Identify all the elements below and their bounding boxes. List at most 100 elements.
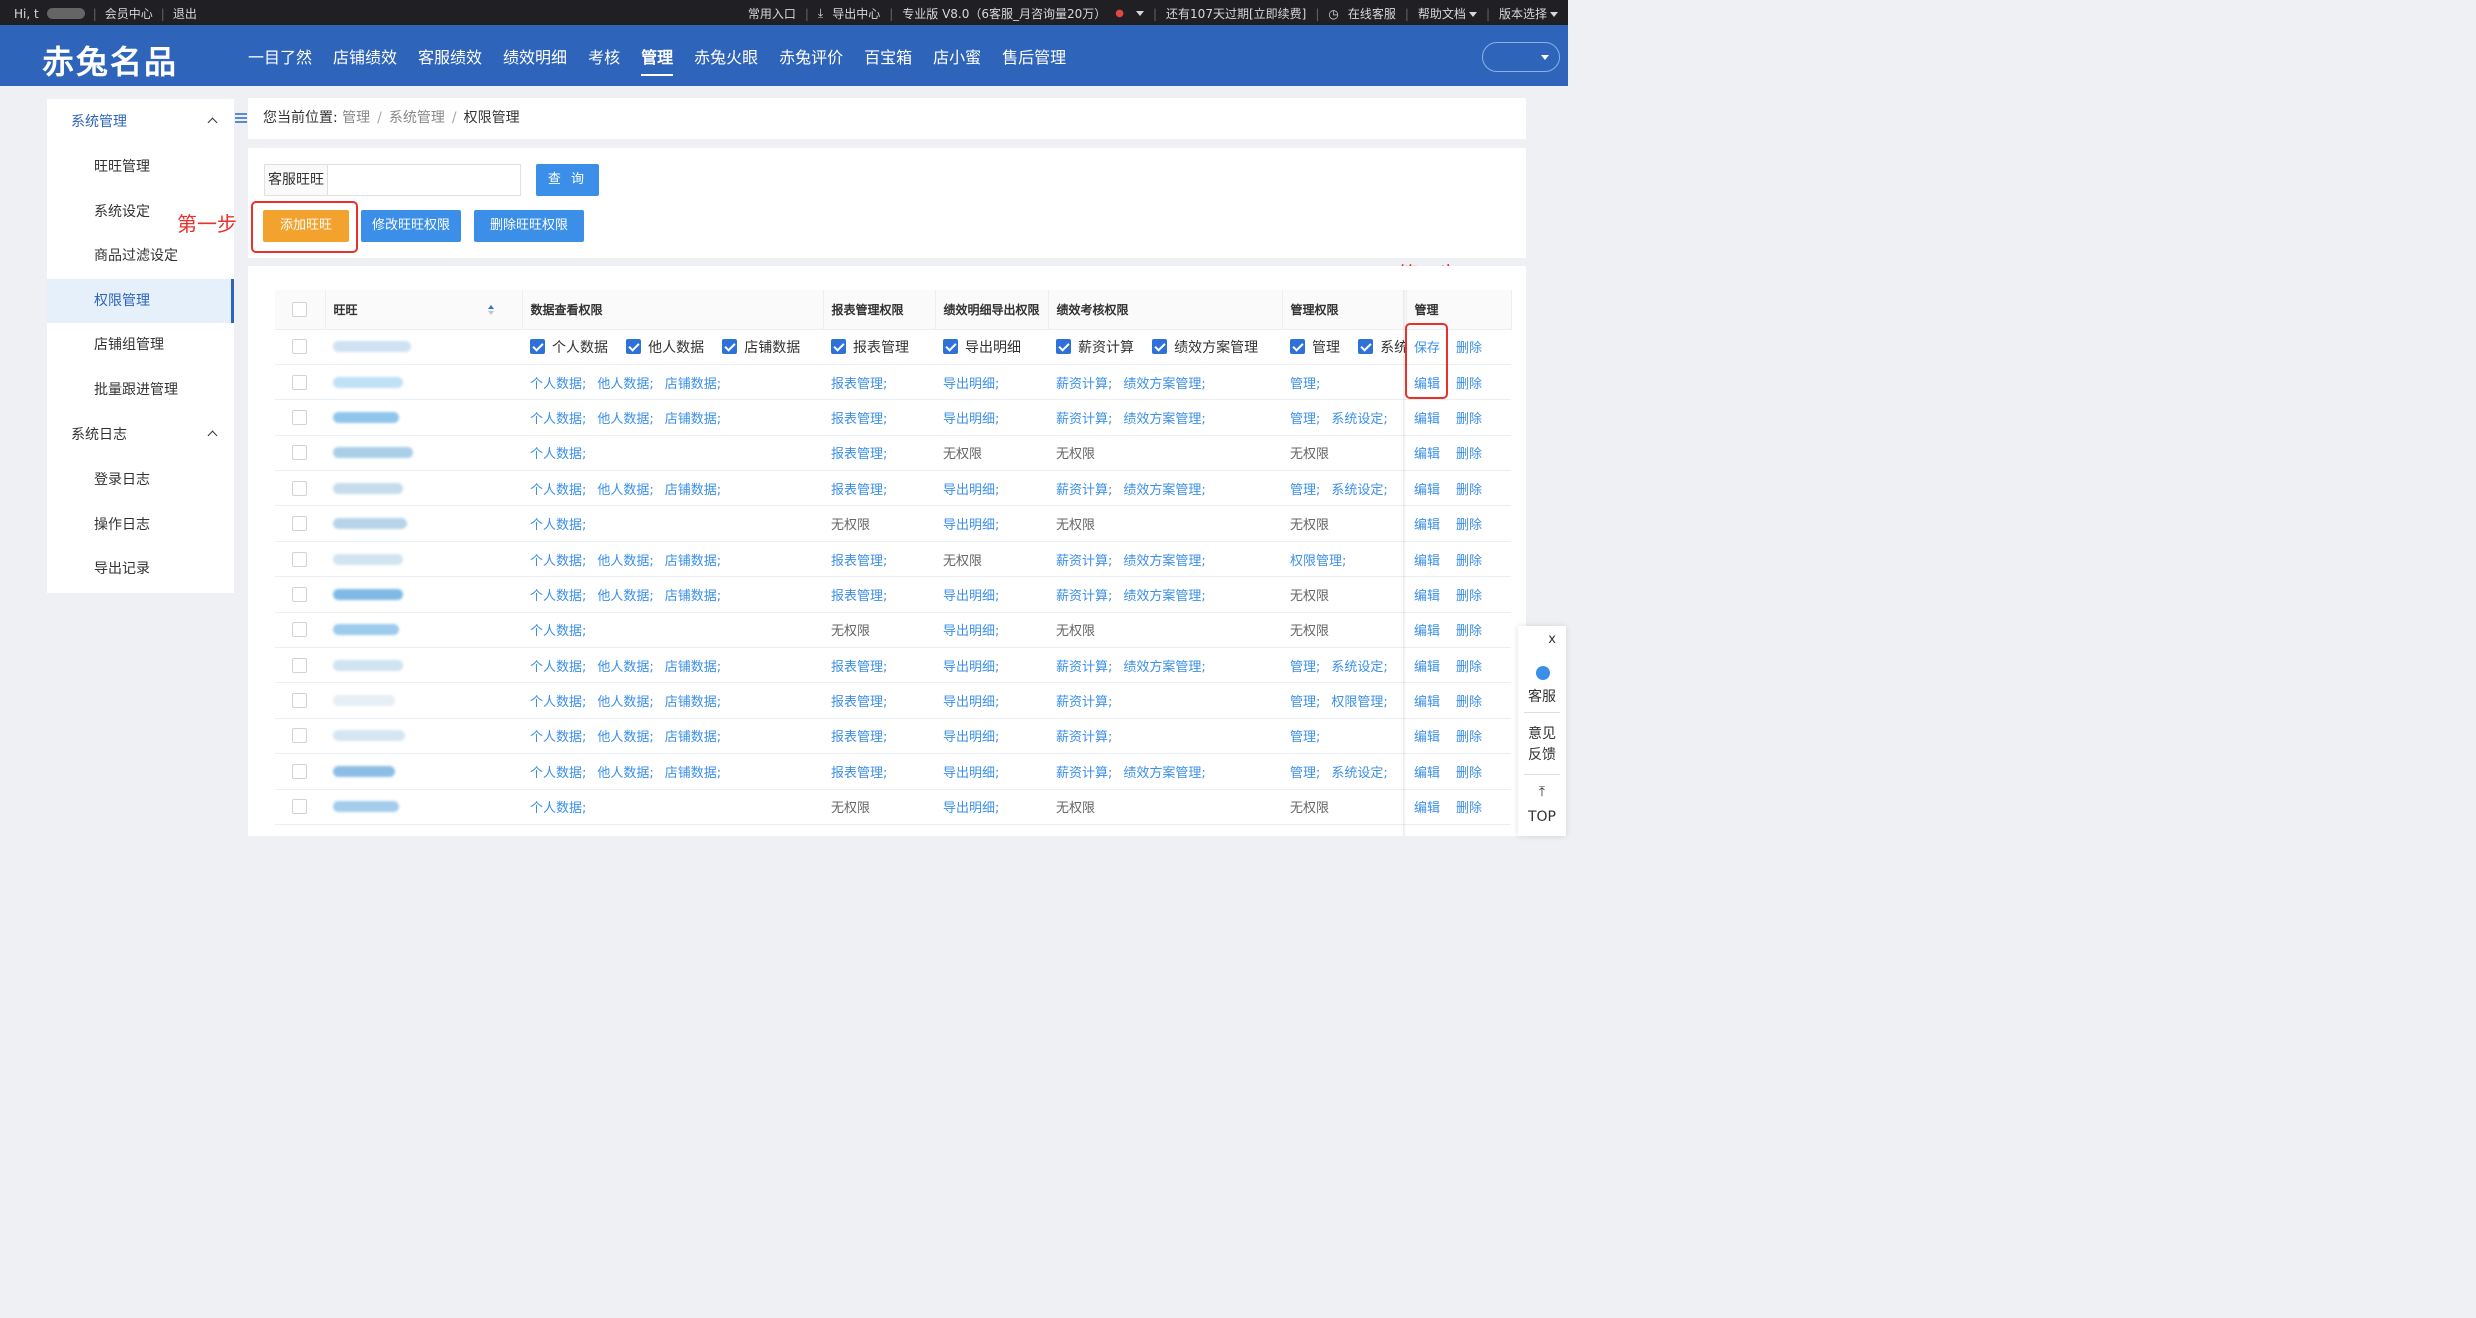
edit-row-button[interactable]: 编辑 [1414, 730, 1440, 745]
edit-row-button[interactable]: 编辑 [1414, 695, 1440, 710]
delete-row-button[interactable]: 删除 [1456, 624, 1482, 639]
permission-checkbox[interactable] [530, 339, 545, 355]
permission-tag: 管理; [1290, 659, 1321, 675]
row-checkbox[interactable] [292, 799, 307, 815]
permission-checkbox[interactable] [722, 339, 738, 355]
nav-item[interactable]: 百宝箱 [864, 44, 912, 76]
feedback-button[interactable]: 意见 反馈 [1518, 724, 1566, 766]
renew-link[interactable]: 还有107天过期[立即续费] [1166, 5, 1306, 22]
chevron-down-icon [1468, 12, 1477, 17]
close-icon[interactable]: x [1548, 632, 1556, 647]
query-button[interactable]: 查 询 [536, 164, 599, 196]
nav-item[interactable]: 绩效明细 [503, 44, 567, 76]
delete-row-button[interactable]: 删除 [1456, 412, 1482, 427]
nav-item[interactable]: 考核 [588, 44, 620, 76]
permission-checkbox[interactable] [1152, 339, 1168, 355]
delete-row-button[interactable]: 删除 [1456, 377, 1482, 392]
sidebar-item[interactable]: 操作日志 [47, 503, 234, 548]
row-checkbox[interactable] [292, 657, 307, 673]
row-checkbox[interactable] [292, 622, 307, 638]
edit-row-button[interactable]: 编辑 [1414, 589, 1440, 604]
logout-link[interactable]: 退出 [173, 5, 197, 22]
delete-permission-button[interactable]: 删除旺旺权限 [474, 210, 584, 242]
row-checkbox[interactable] [292, 445, 307, 461]
edit-row-button[interactable]: 编辑 [1414, 483, 1440, 498]
row-checkbox[interactable] [292, 480, 307, 496]
row-checkbox[interactable] [292, 693, 307, 709]
edit-row-button[interactable]: 编辑 [1414, 554, 1440, 569]
sidebar-group-system-log[interactable]: 系统日志 [47, 412, 234, 458]
delete-row-button[interactable]: 删除 [1456, 766, 1482, 781]
delete-row-button[interactable]: 删除 [1456, 695, 1482, 710]
edit-row-button[interactable]: 编辑 [1414, 801, 1440, 816]
permission-tag: 导出明细; [943, 801, 1000, 817]
wangwang-search-input[interactable] [328, 165, 520, 195]
row-checkbox[interactable] [292, 763, 307, 779]
permission-checkbox[interactable] [1358, 339, 1374, 355]
sidebar-item[interactable]: 导出记录 [47, 547, 234, 592]
row-checkbox[interactable] [292, 516, 307, 532]
delete-row-button[interactable]: 删除 [1456, 518, 1482, 533]
sidebar-item[interactable]: 店铺组管理 [47, 323, 234, 368]
version-select-menu[interactable]: 版本选择 [1499, 5, 1558, 22]
export-center-link[interactable]: 导出中心 [832, 5, 880, 22]
edit-row-button[interactable]: 编辑 [1414, 447, 1440, 462]
row-checkbox[interactable] [292, 374, 307, 390]
col-header-wangwang[interactable]: 旺旺 [325, 290, 523, 330]
permission-checkbox[interactable] [831, 339, 846, 355]
nav-item[interactable]: 售后管理 [1002, 44, 1066, 76]
sidebar-item-active[interactable]: 权限管理 [47, 278, 234, 323]
nav-item-active[interactable]: 管理 [641, 44, 674, 76]
sidebar-item[interactable]: 商品过滤设定 [47, 234, 234, 279]
edit-row-button[interactable]: 编辑 [1414, 766, 1440, 781]
delete-row-button[interactable]: 删除 [1456, 554, 1482, 569]
edit-row-button[interactable]: 编辑 [1414, 518, 1440, 533]
nav-item[interactable]: 店铺绩效 [333, 44, 397, 76]
brand-logo[interactable]: 赤兔名品 [42, 37, 178, 83]
permission-checkbox[interactable] [626, 339, 642, 355]
customer-service-button[interactable]: 客服 [1518, 686, 1566, 706]
sidebar-group-system-manage[interactable]: 系统管理 [47, 99, 234, 145]
row-checkbox[interactable] [292, 339, 307, 355]
row-checkbox[interactable] [292, 551, 307, 567]
nav-item[interactable]: 赤兔评价 [779, 44, 843, 76]
edition-dropdown-icon[interactable] [1136, 11, 1144, 16]
delete-row-button[interactable]: 删除 [1456, 589, 1482, 604]
breadcrumb-item[interactable]: 管理 [342, 110, 370, 126]
sidebar-item[interactable]: 旺旺管理 [47, 145, 234, 190]
breadcrumb-item[interactable]: 系统管理 [389, 110, 445, 126]
permission-checkbox[interactable] [1290, 339, 1305, 355]
permission-checkbox[interactable] [1056, 339, 1071, 355]
sidebar-item[interactable]: 登录日志 [47, 458, 234, 503]
delete-row-button[interactable]: 删除 [1456, 660, 1482, 675]
row-checkbox[interactable] [292, 586, 307, 602]
nav-item[interactable]: 赤兔火眼 [694, 44, 758, 76]
edit-row-button[interactable]: 编辑 [1414, 412, 1440, 427]
help-docs-menu[interactable]: 帮助文档 [1418, 5, 1477, 22]
blurred-wangwang-name [333, 553, 403, 565]
chevron-down-icon [1541, 55, 1549, 60]
edit-row-button[interactable]: 编辑 [1414, 660, 1440, 675]
delete-row-button[interactable]: 删除 [1456, 730, 1482, 745]
common-entry-link[interactable]: 常用入口 [748, 5, 796, 22]
online-service-link[interactable]: 在线客服 [1348, 5, 1396, 22]
delete-row-button[interactable]: 删除 [1456, 447, 1482, 462]
delete-row-button[interactable]: 删除 [1456, 483, 1482, 498]
member-center-link[interactable]: 会员中心 [105, 5, 153, 22]
sidebar-item[interactable]: 批量跟进管理 [47, 368, 234, 413]
delete-row-button[interactable]: 删除 [1456, 341, 1482, 356]
row-checkbox[interactable] [292, 728, 307, 744]
menu-collapse-icon[interactable] [235, 113, 247, 125]
row-checkbox[interactable] [292, 409, 307, 425]
nav-item[interactable]: 客服绩效 [418, 44, 482, 76]
select-all-checkbox[interactable] [292, 301, 307, 317]
edit-permission-button[interactable]: 修改旺旺权限 [361, 210, 461, 242]
nav-item[interactable]: 店小蜜 [933, 44, 981, 76]
edit-row-button[interactable]: 编辑 [1414, 624, 1440, 639]
shop-select[interactable] [1482, 42, 1560, 72]
permission-checkbox[interactable] [943, 339, 958, 355]
sort-icon[interactable] [487, 305, 494, 316]
delete-row-button[interactable]: 删除 [1456, 801, 1482, 816]
back-to-top-button[interactable]: TOP [1518, 809, 1566, 825]
nav-item[interactable]: 一目了然 [248, 44, 312, 76]
